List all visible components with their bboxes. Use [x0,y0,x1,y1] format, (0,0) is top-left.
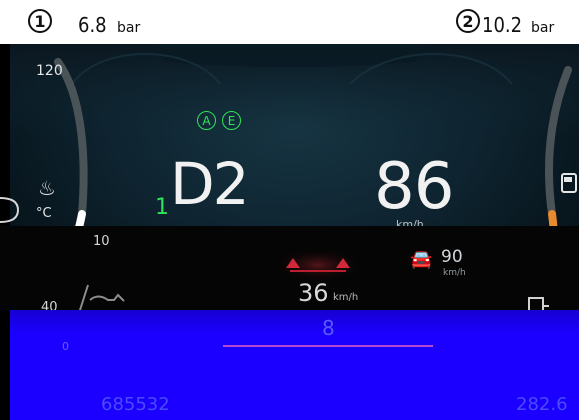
gear-prefix: 1 [155,195,169,220]
circuit-2-unit: bar [531,20,555,36]
circuit-1-unit: bar [117,20,141,36]
cruise-control-icon: 🚘 [410,249,433,270]
auto-mode-a-badge: A [197,111,216,130]
cruise-set-speed-unit: km/h [443,268,466,278]
coolant-temperature-icon: ♨ [38,176,56,200]
limiter-speed: 36 [298,279,329,307]
blue-panel-zero: 0 [62,340,69,353]
speed-limiter-icon [278,250,358,280]
instrument-cluster: 1 6.8 bar 2 10.2 bar 120 ♨ °C A E 1 D2 8… [0,0,579,420]
blue-panel-center-digit: 8 [322,316,335,340]
bottom-fade-overlay [0,310,579,334]
pressure-header: 1 6.8 bar 2 10.2 bar [0,0,579,44]
trip-meter: 282.6 [516,394,568,415]
limiter-speed-unit: km/h [333,292,359,303]
vehicle-speed: 86 [374,150,454,224]
cruise-set-speed: 90 [441,247,463,267]
oil-pressure-icon [79,284,125,311]
circuit-1-badge: 1 [28,9,52,33]
progress-line [223,345,433,347]
circuit-2-pressure: 10.2 [482,13,523,37]
gear-indicator: D2 [170,150,250,218]
left-secondary-scale-10: 10 [93,234,110,249]
odometer: 685532 [101,394,170,415]
economy-mode-e-badge: E [222,111,241,130]
circuit-1-pressure: 6.8 [78,13,107,37]
circuit-2-badge: 2 [456,9,480,33]
temperature-unit: °C [36,206,52,221]
left-gauge-top-label: 120 [36,63,63,79]
